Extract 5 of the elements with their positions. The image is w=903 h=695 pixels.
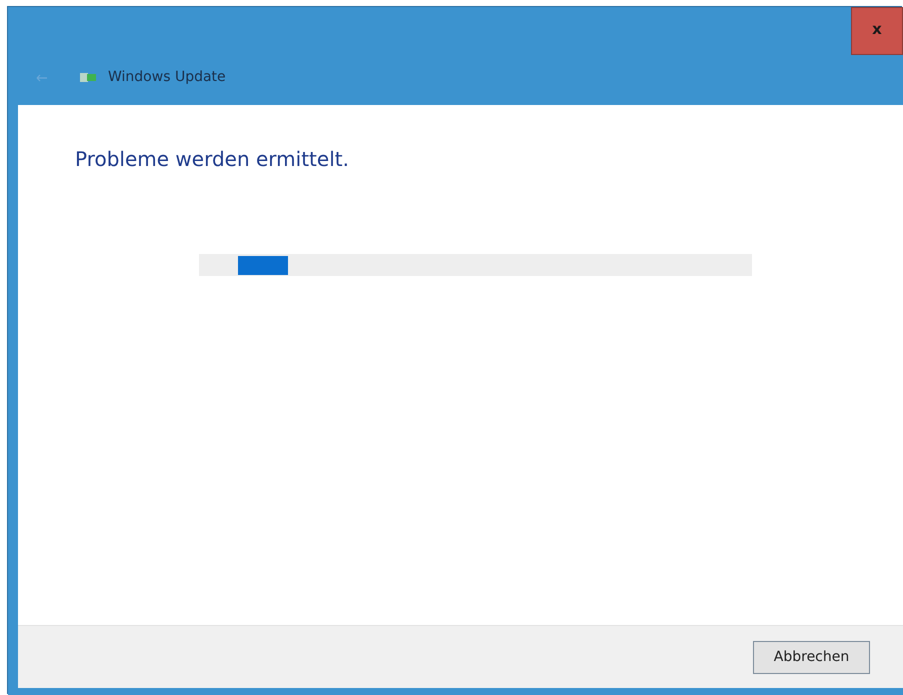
close-button[interactable]: x [851, 7, 903, 55]
window-title: Windows Update [108, 68, 226, 87]
status-heading: Probleme werden ermittelt. [75, 147, 350, 171]
cancel-button[interactable]: Abbrechen [753, 640, 870, 674]
back-arrow-icon[interactable] [36, 74, 48, 82]
